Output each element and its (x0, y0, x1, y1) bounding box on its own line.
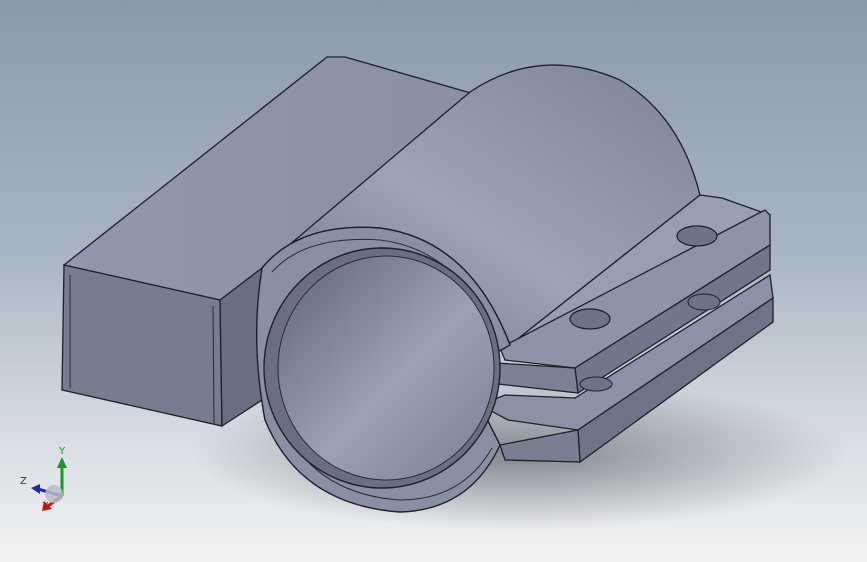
pipe-clamp-model[interactable] (0, 0, 867, 562)
y-axis-label: Y (59, 446, 66, 457)
lower-hole-1 (687, 293, 721, 311)
lower-hole-2 (579, 376, 613, 392)
view-triad[interactable]: Y Z X (14, 444, 78, 520)
graphics-viewport[interactable]: Y Z X (0, 0, 867, 562)
z-axis-arrow-icon (31, 484, 40, 494)
z-axis-label: Z (20, 476, 27, 487)
upper-hole-1 (676, 225, 718, 247)
upper-hole-2 (569, 308, 611, 330)
y-axis-arrow-icon (57, 457, 67, 468)
x-axis-label: X (42, 501, 49, 512)
bore-inner-surface (277, 255, 495, 481)
